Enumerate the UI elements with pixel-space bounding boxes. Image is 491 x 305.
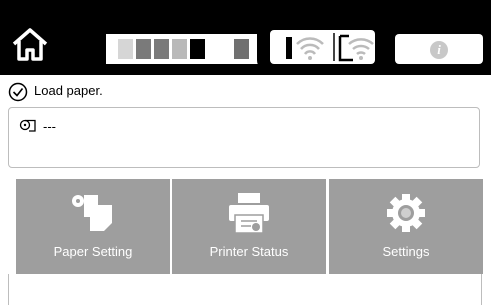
ink-slot — [190, 39, 205, 59]
settings-label: Settings — [382, 244, 430, 259]
status-message: Load paper. — [34, 83, 103, 98]
info-icon: i — [430, 41, 448, 59]
ink-slot — [154, 39, 169, 59]
settings-button[interactable]: Settings — [329, 179, 483, 274]
paper-info-panel[interactable]: --- — [8, 107, 480, 168]
top-bar: i — [0, 0, 491, 75]
wired-lan-icon — [286, 37, 324, 60]
paper-setting-button[interactable]: Paper Setting — [16, 179, 170, 274]
check-circle-icon — [8, 82, 28, 102]
menu-tiles: Paper Setting Printer Status Settings — [16, 179, 483, 274]
paper-setting-icon — [72, 195, 112, 231]
bottom-area — [8, 274, 482, 305]
ink-slot — [172, 39, 187, 59]
printer-status-label: Printer Status — [209, 244, 289, 259]
connection-divider — [333, 33, 335, 61]
paper-roll-icon — [19, 119, 36, 132]
gear-icon — [387, 194, 425, 232]
home-icon[interactable] — [10, 26, 50, 62]
printer-status-button[interactable]: Printer Status — [172, 179, 326, 274]
ink-slot — [136, 39, 151, 59]
paper-setting-label: Paper Setting — [53, 244, 133, 259]
paper-info-value: --- — [43, 119, 56, 134]
wifi-direct-icon — [338, 34, 374, 62]
printer-icon — [229, 193, 269, 234]
ink-slot — [234, 39, 249, 59]
ink-level-strip[interactable] — [106, 34, 262, 64]
ink-slot — [118, 39, 133, 59]
